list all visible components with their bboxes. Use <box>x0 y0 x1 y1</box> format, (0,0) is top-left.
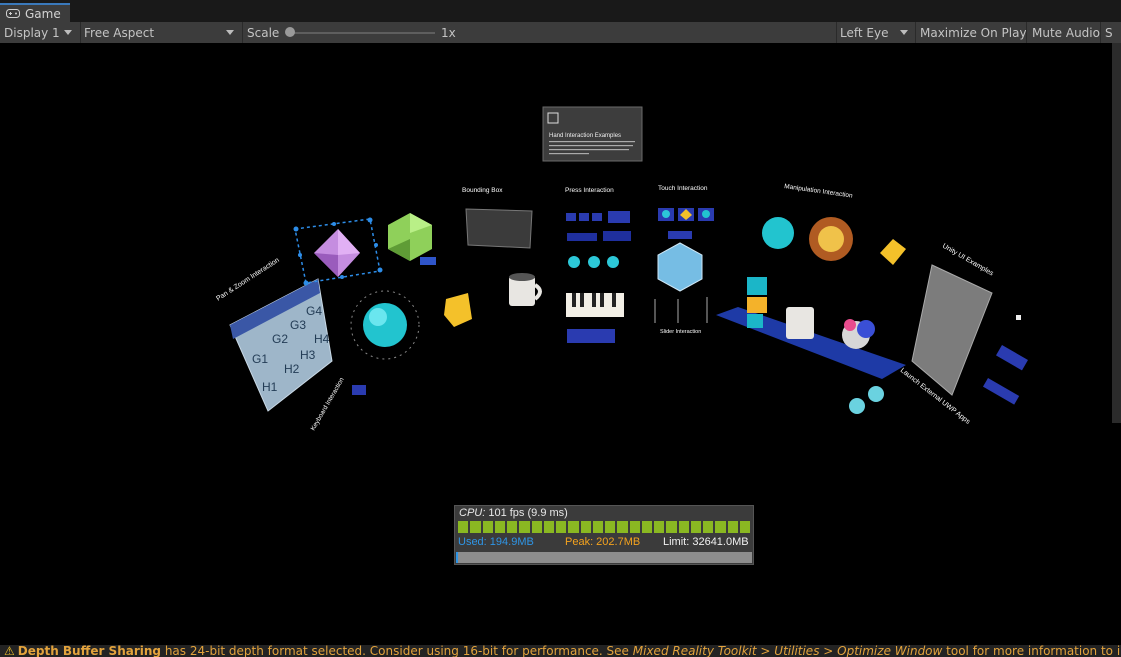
pan-zoom-panel: Pan & Zoom Interaction G1 G2 G3 G4 H1 H2… <box>215 257 333 412</box>
frame-bar <box>654 521 665 533</box>
game-view[interactable]: Hand Interaction Examples Pan & Zoom Int… <box>0 43 1112 645</box>
tab-game[interactable]: Game <box>0 3 70 22</box>
frame-bar <box>715 521 726 533</box>
frame-bar <box>678 521 689 533</box>
scale-slider-track[interactable] <box>286 32 435 34</box>
manipulation-panel: Manipulation Interaction <box>716 183 906 379</box>
grid-cell: G2 <box>272 332 288 346</box>
display-label: Display 1 <box>4 25 60 40</box>
diagnostics-profiler: CPU: 101 fps (9.9 ms) Used: 194.9MB Peak… <box>454 505 754 565</box>
unity-ui-panel: Unity UI Examples <box>911 243 1028 405</box>
chevron-down-icon <box>226 30 234 35</box>
grid-cell: G3 <box>290 318 306 332</box>
frame-bar <box>568 521 579 533</box>
main-title-panel: Hand Interaction Examples <box>542 106 643 162</box>
keyboard-panel: Keyboard Interaction <box>310 376 366 432</box>
cheese-object <box>444 293 472 327</box>
frame-bar <box>727 521 738 533</box>
frame-bar <box>543 521 554 533</box>
grid-cell: G1 <box>252 352 268 366</box>
frame-bar <box>690 521 701 533</box>
aspect-label: Free Aspect <box>84 25 155 40</box>
tab-label: Game <box>25 6 61 21</box>
frame-bar <box>494 521 505 533</box>
warning-icon: ⚠ <box>4 645 15 657</box>
frame-bar <box>617 521 628 533</box>
frame-bar <box>629 521 640 533</box>
game-toolbar: Display 1 Free Aspect Scale 1x Left Eye … <box>0 22 1121 44</box>
aspect-dropdown[interactable]: Free Aspect <box>84 22 240 43</box>
pan-zoom-label: Pan & Zoom Interaction <box>215 257 281 303</box>
main-title-text: Hand Interaction Examples <box>549 133 621 139</box>
frame-bar <box>641 521 652 533</box>
scale-value: 1x <box>441 25 456 40</box>
vertical-scrollbar[interactable] <box>1112 43 1121 423</box>
eye-dropdown[interactable]: Left Eye <box>840 22 914 43</box>
bounding-box-slate <box>465 208 533 249</box>
memory-limit: Limit: 32641.0MB <box>663 536 749 548</box>
frame-bar <box>703 521 714 533</box>
touch-label: Touch Interaction <box>658 185 708 192</box>
teal-sphere <box>350 290 420 360</box>
touch-interaction-panel: Touch Interaction Slider Interaction <box>654 185 714 335</box>
frame-bar <box>580 521 591 533</box>
grid-cell: G4 <box>306 304 322 318</box>
status-bar-warning[interactable]: ⚠ Depth Buffer Sharing has 24-bit depth f… <box>0 645 1121 657</box>
scale-slider-handle[interactable] <box>285 27 295 37</box>
frame-rate-bars <box>458 521 750 533</box>
green-icosahedron <box>388 213 436 265</box>
cpu-readout: CPU: 101 fps (9.9 ms) <box>459 507 568 519</box>
mug-object <box>509 273 542 306</box>
frame-bar <box>470 521 481 533</box>
manipulation-label: Manipulation Interaction <box>784 183 854 200</box>
frame-bar <box>458 521 469 533</box>
slider-label: Slider Interaction <box>660 329 701 335</box>
chevron-down-icon <box>64 30 72 35</box>
frame-bar <box>556 521 567 533</box>
bounding-box-label: Bounding Box <box>462 187 503 194</box>
frame-bar <box>666 521 677 533</box>
memory-peak: Peak: 202.7MB <box>565 536 641 548</box>
memory-used: Used: 194.9MB <box>458 536 534 548</box>
grid-cell: H2 <box>284 362 300 376</box>
mute-audio-toggle[interactable]: Mute Audio <box>1032 22 1100 43</box>
memory-graph <box>456 552 752 563</box>
frame-bar <box>739 521 750 533</box>
scale-label: Scale <box>247 25 280 40</box>
chevron-down-icon <box>900 30 908 35</box>
grid-cell: H1 <box>262 380 278 394</box>
grid-cell: H3 <box>300 348 316 362</box>
maximize-on-play-toggle[interactable]: Maximize On Play <box>920 22 1027 43</box>
press-interaction-panel: Press Interaction <box>565 187 631 343</box>
frame-bar <box>482 521 493 533</box>
frame-bar <box>592 521 603 533</box>
warning-bold: Depth Buffer Sharing <box>17 645 162 657</box>
tab-bar: Game <box>0 0 1121 23</box>
keyboard-label: Keyboard Interaction <box>310 376 346 432</box>
display-dropdown[interactable]: Display 1 <box>4 22 78 43</box>
frame-bar <box>605 521 616 533</box>
gamepad-icon <box>6 9 20 18</box>
stats-toggle[interactable]: S <box>1105 22 1113 43</box>
grid-cell: H4 <box>314 332 330 346</box>
press-label: Press Interaction <box>565 187 614 194</box>
bounding-box-object <box>293 217 383 286</box>
frame-bar <box>507 521 518 533</box>
eye-label: Left Eye <box>840 25 889 40</box>
frame-bar <box>531 521 542 533</box>
frame-bar <box>519 521 530 533</box>
